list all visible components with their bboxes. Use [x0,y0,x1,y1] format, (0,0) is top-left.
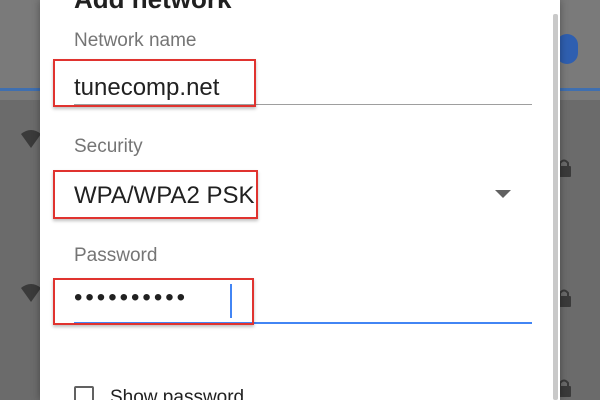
network-name-highlight [53,59,256,107]
wifi-icon [21,284,41,302]
security-highlight [53,170,258,219]
dialog-title: Add network [74,0,231,15]
dialog-scrollbar[interactable] [553,14,558,400]
wifi-icon [21,130,41,148]
password-label: Password [74,245,158,266]
security-label: Security [74,136,143,157]
show-password-label[interactable]: Show password [110,387,244,400]
password-highlight [53,278,254,325]
dropdown-arrow-icon[interactable] [495,190,511,198]
show-password-checkbox[interactable] [74,386,94,400]
network-name-label: Network name [74,30,197,51]
screen: Add network Network name tunecomp.net Se… [0,0,600,400]
